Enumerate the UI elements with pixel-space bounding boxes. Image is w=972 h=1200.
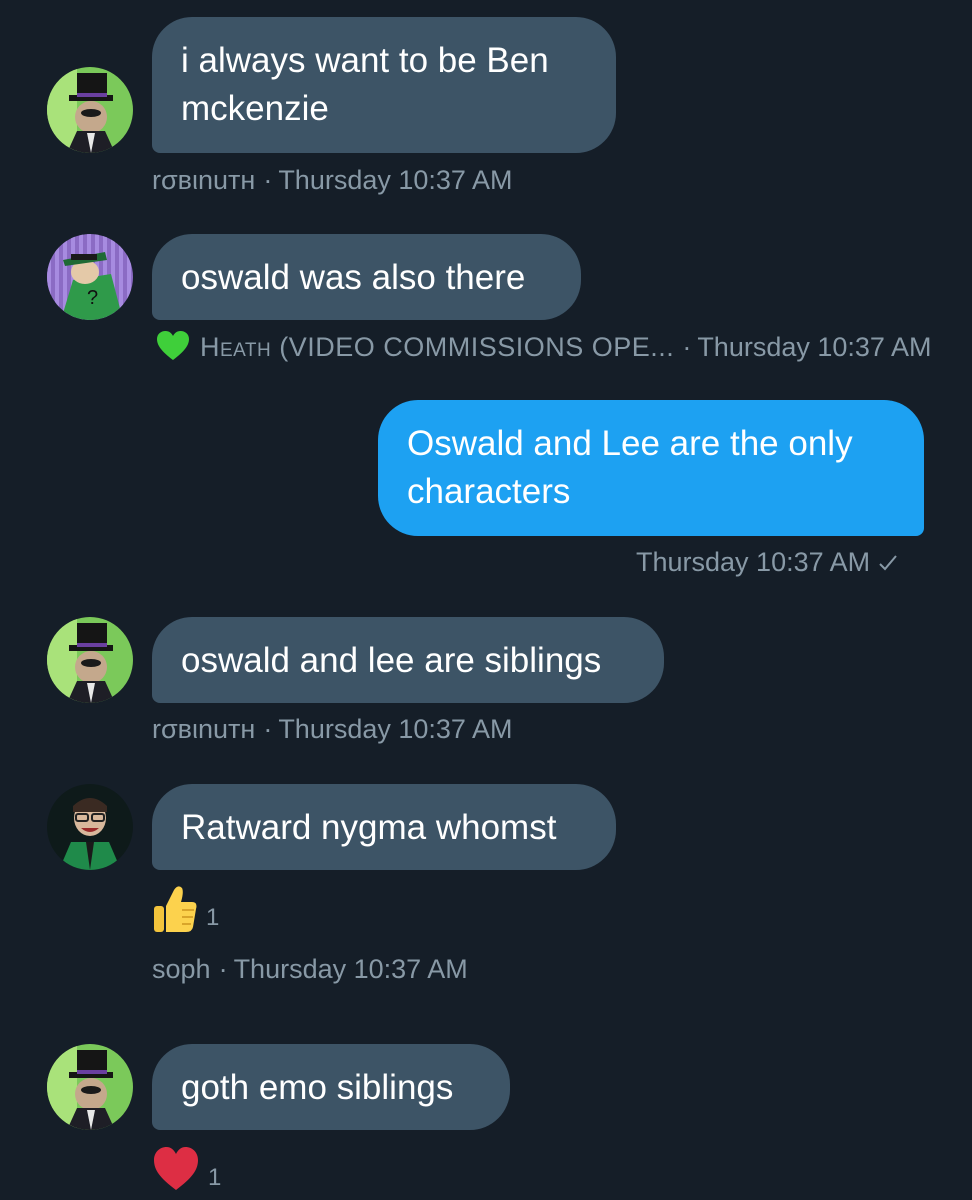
reaction-count: 1 xyxy=(208,1163,222,1191)
reaction-count: 1 xyxy=(206,903,220,931)
avatar-soph[interactable] xyxy=(47,784,133,870)
message-text-line: i always want to be Ben xyxy=(181,41,549,80)
message-text-line: Oswald and Lee are the only xyxy=(407,424,853,463)
avatar-riddler[interactable]: ? xyxy=(47,234,133,320)
timestamp: Thursday 10:37 AM xyxy=(233,954,468,984)
message-text-line: characters xyxy=(407,472,571,511)
message-text: oswald was also there xyxy=(181,258,526,297)
avatar-penguin[interactable] xyxy=(47,67,133,153)
red-heart-icon[interactable] xyxy=(152,1146,200,1197)
outgoing-message-bubble[interactable]: Oswald and Lee are the only characters xyxy=(378,400,924,536)
green-heart-icon xyxy=(156,330,190,369)
thumbs-up-icon[interactable] xyxy=(152,884,198,939)
separator: · xyxy=(218,954,228,984)
message-bubble[interactable]: oswald and lee are siblings xyxy=(152,617,664,703)
author-name[interactable]: Heath (VIDEO COMMISSIONS OPE... xyxy=(200,332,674,362)
message-meta: rσвιnuтн · Thursday 10:37 AM xyxy=(152,713,512,745)
message-text: oswald and lee are siblings xyxy=(181,641,602,680)
message-bubble[interactable]: i always want to be Ben mckenzie xyxy=(152,17,616,153)
message-text: Ratward nygma whomst xyxy=(181,808,557,847)
svg-text:?: ? xyxy=(87,287,98,309)
message-meta: Heath (VIDEO COMMISSIONS OPE... · Thursday… xyxy=(156,330,931,369)
message-meta: rσвιnuтн · Thursday 10:37 AM xyxy=(152,164,512,196)
author-name[interactable]: rσвιnuтн xyxy=(152,714,255,744)
reaction[interactable]: 1 xyxy=(152,884,219,939)
avatar-penguin[interactable] xyxy=(47,1044,133,1130)
message-bubble[interactable]: oswald was also there xyxy=(152,234,581,320)
message-meta: soph · Thursday 10:37 AM xyxy=(152,953,468,985)
timestamp: Thursday 10:37 AM xyxy=(278,714,513,744)
message-text-line: mckenzie xyxy=(181,89,329,128)
separator: · xyxy=(263,165,273,195)
author-name[interactable]: soph xyxy=(152,954,211,984)
separator: · xyxy=(263,714,273,744)
timestamp: Thursday 10:37 AM xyxy=(697,332,932,362)
timestamp: Thursday 10:37 AM xyxy=(636,547,871,577)
author-name[interactable]: rσвιnuтн xyxy=(152,165,255,195)
timestamp: Thursday 10:37 AM xyxy=(278,165,513,195)
message-meta: Thursday 10:37 AM xyxy=(636,546,898,580)
message-text: goth emo siblings xyxy=(181,1068,454,1107)
sent-check-icon xyxy=(878,548,898,580)
avatar-penguin[interactable] xyxy=(47,617,133,703)
message-bubble[interactable]: Ratward nygma whomst xyxy=(152,784,616,870)
dm-conversation[interactable]: i always want to be Ben mckenzie rσвιnuт… xyxy=(0,0,972,1200)
reaction[interactable]: 1 xyxy=(152,1146,221,1197)
message-bubble[interactable]: goth emo siblings xyxy=(152,1044,510,1130)
separator: · xyxy=(682,332,692,362)
